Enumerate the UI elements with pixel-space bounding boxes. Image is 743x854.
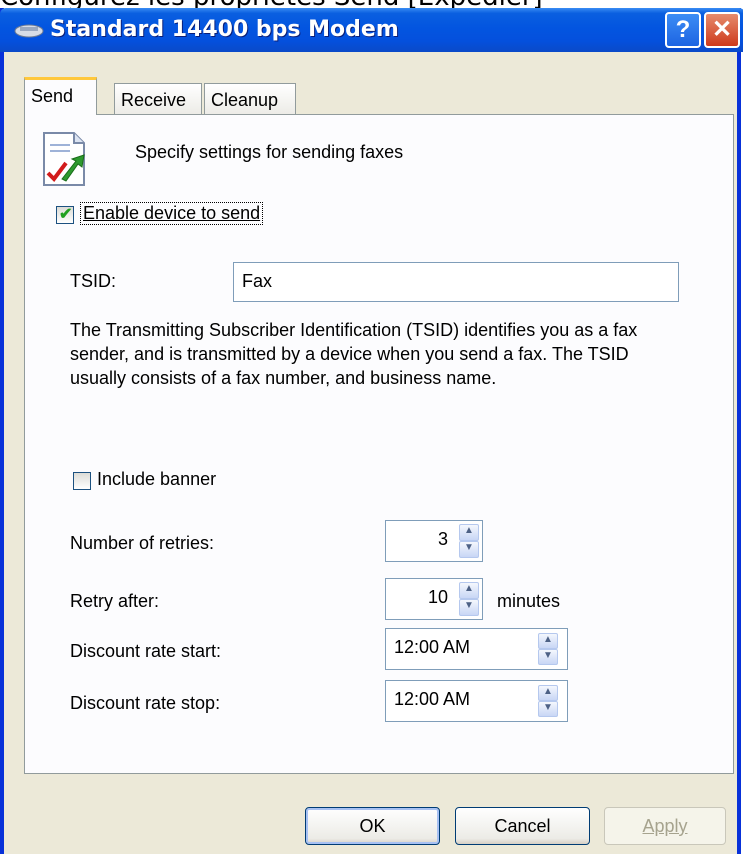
tsid-label: TSID: — [70, 271, 117, 291]
help-button[interactable]: ? — [665, 12, 701, 48]
check-mark-icon: ✔ — [59, 206, 73, 223]
retries-up-icon[interactable]: ▲ — [459, 524, 479, 541]
title-bar[interactable]: Standard 14400 bps Modem ? ✕ — [0, 8, 743, 52]
tsid-input[interactable]: Fax — [233, 262, 679, 302]
retries-down-icon[interactable]: ▼ — [459, 541, 479, 558]
tab-send[interactable]: Send — [24, 77, 97, 115]
ok-button[interactable]: OK — [305, 807, 440, 845]
cancel-button[interactable]: Cancel — [455, 807, 590, 845]
enable-send-checkbox[interactable]: ✔ — [56, 206, 74, 224]
tab-cleanup[interactable]: Cleanup — [204, 83, 296, 115]
discount-start-down-icon[interactable]: ▼ — [538, 649, 558, 665]
discount-start-up-icon[interactable]: ▲ — [538, 633, 558, 649]
tsid-help-line-3: usually consists of a fax number, and bu… — [70, 368, 497, 388]
fax-modem-icon — [14, 24, 44, 38]
discount-start-label: Discount rate start: — [70, 641, 222, 661]
window-title: Standard 14400 bps Modem — [50, 17, 399, 42]
enable-send-label[interactable]: Enable device to send — [79, 202, 264, 225]
include-banner-label[interactable]: Include banner — [97, 469, 216, 490]
discount-stop-down-icon[interactable]: ▼ — [538, 701, 558, 717]
minutes-label: minutes — [497, 591, 561, 611]
tsid-help-line-1: The Transmitting Subscriber Identificati… — [70, 320, 638, 340]
apply-button[interactable]: Apply — [604, 807, 726, 845]
retries-label: Number of retries: — [70, 533, 215, 553]
include-banner-checkbox[interactable] — [73, 472, 91, 490]
retry-up-icon[interactable]: ▲ — [459, 582, 479, 599]
send-fax-icon — [43, 132, 85, 186]
properties-dialog: Standard 14400 bps Modem ? ✕ Send Receiv… — [0, 8, 743, 854]
discount-stop-label: Discount rate stop: — [70, 693, 221, 713]
tsid-help-line-2: sender, and is transmitted by a device w… — [70, 344, 629, 364]
retry-after-label: Retry after: — [70, 591, 160, 611]
send-description: Specify settings for sending faxes — [135, 142, 404, 162]
tab-receive[interactable]: Receive — [114, 83, 202, 115]
discount-stop-up-icon[interactable]: ▲ — [538, 685, 558, 701]
retry-down-icon[interactable]: ▼ — [459, 599, 479, 616]
close-button[interactable]: ✕ — [704, 12, 740, 48]
